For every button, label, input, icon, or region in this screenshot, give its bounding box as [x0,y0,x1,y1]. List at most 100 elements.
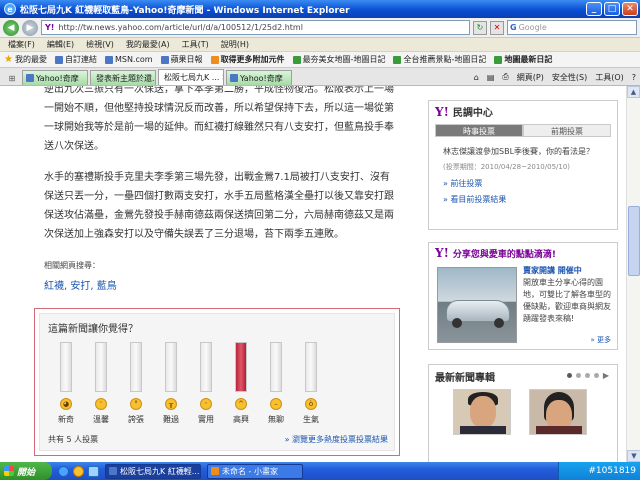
car-ad-more-link[interactable]: » 更多 [590,335,611,345]
fav-link-addons[interactable]: 取得更多附加元件 [210,54,285,65]
forward-button[interactable]: ▶ [22,19,38,36]
car-photo[interactable] [437,267,517,343]
messenger-icon[interactable] [73,465,84,477]
quick-tabs-icon[interactable]: ⊞ [4,71,20,85]
menu-edit[interactable]: 編輯(E) [47,39,74,50]
address-bar[interactable]: Y! http://tw.news.yahoo.com/article/url/… [41,20,470,35]
safety-menu[interactable]: 安全性(S) [552,72,587,83]
mood-poll: 這篇新聞讓你覺得？ ◕ 新奇 ᵔ 溫馨 ° 誇張 ╥ 難過 ᵕ 實用 ^ 高興 – 無聊 ò 生氣 共有 5 … [34,308,400,456]
poll-option-label[interactable]: 高興 [226,414,256,425]
mood-emoticon-icon[interactable]: ò [305,398,317,410]
close-button[interactable]: ✕ [622,2,638,16]
poll-bar-6 [235,342,247,392]
taskbar-paint-window[interactable]: 未命名 - 小畫家 [207,463,303,479]
menu-view[interactable]: 檢視(V) [86,39,114,50]
menu-file[interactable]: 檔案(F) [8,39,35,50]
poll-more-link[interactable]: » 瀏覽更多熱度投票投票結果 [285,434,388,445]
mood-emoticon-icon[interactable]: – [270,398,282,410]
show-desktop-icon[interactable] [88,465,99,477]
home-icon[interactable]: ⌂ [474,73,479,82]
carousel-dot[interactable] [584,373,590,378]
poll-option-label[interactable]: 誇張 [121,414,151,425]
fav-link-custom[interactable]: 自訂連結 [54,54,97,65]
page-icon [54,55,63,64]
poll-option-label[interactable]: 無聊 [261,414,291,425]
tab-forum[interactable]: 發表新主題於還... [90,70,156,85]
news-photo[interactable] [529,389,587,435]
poll-option-label[interactable]: 實用 [191,414,221,425]
refresh-icon[interactable]: ↻ [473,20,487,35]
page-menu[interactable]: 網頁(P) [517,72,544,83]
view-results-link[interactable]: » 看目前投票結果 [443,194,603,205]
scroll-up-icon[interactable]: ▲ [627,86,640,98]
car-ad-box: Y! 分享您與愛車的點點滴滴! 賣家開講 開催中 開放車主分享心得的園地，可雙比… [428,242,618,350]
tab-yahoo-1[interactable]: Yahoo!奇摩 [22,70,88,85]
car-ad-headline[interactable]: 分享您與愛車的點點滴滴! [453,247,556,260]
poll-option-label[interactable]: 新奇 [51,414,81,425]
news-photo[interactable] [453,389,511,435]
carousel-dot[interactable] [593,373,599,378]
tab-close-icon[interactable]: ✕ [221,73,223,82]
mood-emoticon-icon[interactable]: ◕ [60,398,72,410]
poll-center-question[interactable]: 林志傑讓渡參加SBL季後賽，你的看法是？ [443,145,603,158]
fav-label: 自訂連結 [64,55,97,64]
poll-center-date: (投票期間：2010/04/28~2010/05/10) [443,163,571,171]
back-button[interactable]: ◀ [3,19,19,36]
command-bar: ⌂ ▤ ⎙ 網頁(P) 安全性(S) 工具(O) ? [474,69,640,85]
poll-bar-4 [165,342,177,392]
tab-current-poll[interactable]: 時事投票 [435,124,523,137]
mood-emoticon-icon[interactable]: ᵕ [200,398,212,410]
poll-option-label[interactable]: 溫馨 [86,414,116,425]
favorites-label: 我的最愛 [14,55,47,64]
maximize-button[interactable]: □ [604,2,620,16]
yahoo-logo-icon: Y! [435,104,449,119]
mood-emoticon-icon[interactable]: ^ [235,398,247,410]
carousel-next-icon[interactable]: ▶ [603,371,609,380]
search-input[interactable]: G Google [507,20,637,35]
taskbar-item-label: 松阪七局九K 紅襪輕... [120,466,200,476]
map-icon [393,55,402,64]
fav-link-msn[interactable]: MSN.com [104,55,153,64]
google-search-icon: G [510,23,517,32]
fav-link-map-2[interactable]: 全台推薦景點-地圖日記 [393,54,486,65]
menu-tools[interactable]: 工具(T) [182,39,209,50]
start-button[interactable]: 開始 [0,462,52,480]
tab-yahoo-2[interactable]: Yahoo!奇摩 [226,70,292,85]
favorites-button[interactable]: ★ 我的最愛 [4,54,47,65]
help-icon[interactable]: ? [632,73,636,82]
stop-icon[interactable]: ✕ [490,20,504,35]
fav-label: 全台推薦景點-地圖日記 [403,55,487,64]
poll-option-label[interactable]: 難過 [156,414,186,425]
tab-news-article[interactable]: 松阪七局九K ...✕ [158,69,224,85]
fav-link-apple-daily[interactable]: 蘋果日報 [160,54,203,65]
go-vote-link[interactable]: » 前往投票 [443,178,603,189]
fav-link-map-3[interactable]: 地圖最新日記 [494,54,552,65]
feeds-icon[interactable]: ▤ [487,73,495,82]
map-icon [292,55,301,64]
related-search-links[interactable]: 紅襪, 安打, 藍鳥 [44,277,394,296]
fav-label: 地圖最新日記 [504,55,553,64]
ie-launch-icon[interactable] [58,465,69,477]
menu-favorites[interactable]: 我的最愛(A) [126,39,170,50]
mood-emoticon-icon[interactable]: ° [130,398,142,410]
car-ad-title[interactable]: 賣家開講 開催中 [523,265,582,276]
tools-menu[interactable]: 工具(O) [595,72,624,83]
tab-previous-poll[interactable]: 前期投票 [523,124,611,137]
page-icon [230,74,238,82]
minimize-button[interactable]: _ [586,2,602,16]
poll-option-label[interactable]: 生氣 [296,414,326,425]
menu-help[interactable]: 說明(H) [221,39,249,50]
carousel-dot[interactable] [566,373,572,378]
scroll-down-icon[interactable]: ▼ [627,450,640,462]
carousel-dots: ▶ [566,371,609,380]
mood-emoticon-icon[interactable]: ᵔ [95,398,107,410]
scroll-thumb[interactable] [628,206,640,276]
vertical-scrollbar[interactable]: ▲ ▼ [626,86,640,462]
mood-emoticon-icon[interactable]: ╥ [165,398,177,410]
taskbar-ie-window[interactable]: 松阪七局九K 紅襪輕... [105,463,201,479]
poll-bar-7 [270,342,282,392]
carousel-dot[interactable] [575,373,581,378]
page-icon [26,74,34,82]
fav-link-map-1[interactable]: 最夯美女地圖-地圖日記 [292,54,385,65]
print-icon[interactable]: ⎙ [502,72,508,82]
